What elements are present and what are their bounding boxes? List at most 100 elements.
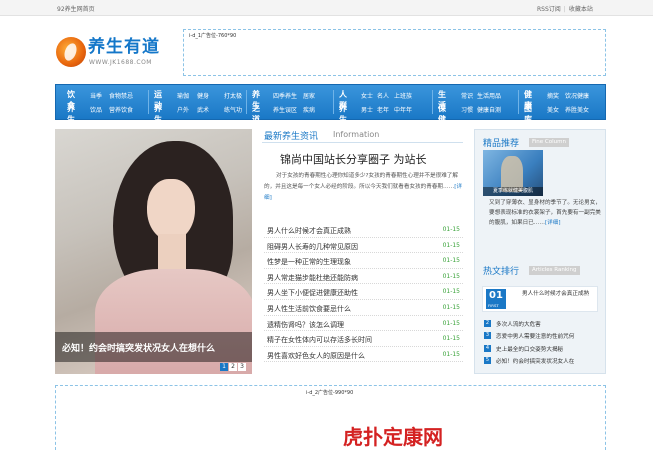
news-item-title[interactable]: 性梦是一种正常的生理现象 <box>267 257 351 267</box>
nav-separator <box>333 90 334 114</box>
nav-link[interactable]: 居家 <box>303 91 315 100</box>
nav-link[interactable]: 打太极 <box>224 91 242 100</box>
nav-heading[interactable]: 养生 <box>67 103 75 125</box>
hero-photo-neck <box>158 234 186 274</box>
hot-list-item[interactable]: 4 史上最全的口交姿势大揭秘 <box>484 343 602 355</box>
bookmark-link[interactable]: 收藏本站 <box>569 6 593 13</box>
nav-link[interactable]: 养胜美女 <box>565 105 589 114</box>
news-item-title[interactable]: 精子在女性体内可以存活多长时间 <box>267 335 372 345</box>
news-item-title[interactable]: 阻碍男人长寿的几种常见原因 <box>267 242 358 252</box>
hero-caption[interactable]: 必知！约会时搞突发状况女人在想什么 <box>62 341 215 354</box>
hot-list-item[interactable]: 2 多次人流的大危害 <box>484 318 602 330</box>
nav-link[interactable]: 习惯 <box>461 105 473 114</box>
bottom-ad-banner-text[interactable]: 虎扑定康网 <box>343 421 443 450</box>
hero-page-2[interactable]: 2 <box>229 363 237 371</box>
nav-link[interactable]: 养生误区 <box>273 105 297 114</box>
hero-photo-face <box>147 179 195 241</box>
nav-link[interactable]: 美女 <box>547 105 559 114</box>
hero-caption-bar[interactable]: 必知！约会时搞突发状况女人在想什么 <box>55 332 252 362</box>
news-list-item[interactable]: 男性喜欢好色女人的原因是什么 01-15 <box>264 347 463 363</box>
news-item-title[interactable]: 男人性生活前饮食要忌什么 <box>267 304 351 314</box>
pick-more-link[interactable]: [详细] <box>545 220 561 226</box>
rank-first-badge: 01 FIRST <box>486 289 506 309</box>
nav-link[interactable]: 练气功 <box>224 105 242 114</box>
news-summary-text: 对于女孩的青春期性心理你知道多少?女孩的青春期性心理并不是很难了解的，并且这是每… <box>264 173 458 190</box>
news-item-title[interactable]: 男人常走猫步能杜绝还能防病 <box>267 273 358 283</box>
nav-link[interactable]: 健康自测 <box>477 105 501 114</box>
news-item-date: 01-15 <box>442 303 460 311</box>
news-item-date: 01-15 <box>442 257 460 265</box>
news-list-item[interactable]: 性梦是一种正常的生理现象 01-15 <box>264 253 463 269</box>
nav-link[interactable]: 四季养生 <box>273 91 297 100</box>
news-item-title[interactable]: 男人什么时候才会真正成熟 <box>267 226 351 236</box>
nav-link[interactable]: 户外 <box>177 105 189 114</box>
flame-logo-icon <box>56 37 86 67</box>
hero-page-3[interactable]: 3 <box>238 363 246 371</box>
hot-item-title[interactable]: 多次人流的大危害 <box>496 320 541 328</box>
nav-link[interactable]: 当季 <box>90 91 102 100</box>
nav-heading[interactable]: 之道 <box>252 103 260 125</box>
nav-heading[interactable]: 保健 <box>438 103 446 125</box>
news-title: 最新养生资讯 <box>264 132 319 142</box>
top-bar: 92养生网首页 RSS订阅 | 收藏本站 <box>0 0 653 16</box>
news-list-item[interactable]: 遗精伤肾吗？该怎么调理 01-15 <box>264 316 463 332</box>
news-list-item[interactable]: 男人性生活前饮食要忌什么 01-15 <box>264 300 463 316</box>
bottom-ad-slot[interactable]: i-d_2广告位-990*90 虎扑定康网 <box>55 385 606 450</box>
nav-heading[interactable]: 图库 <box>524 103 532 125</box>
nav-link[interactable]: 常识 <box>461 91 473 100</box>
hot-item-title[interactable]: 史上最全的口交姿势大揭秘 <box>496 345 563 353</box>
logo-name: 养生有道 <box>88 37 160 57</box>
news-item-title[interactable]: 男性喜欢好色女人的原因是什么 <box>267 351 365 361</box>
nav-link[interactable]: 老年 <box>377 105 389 114</box>
news-list-item[interactable]: 男人常走猫步能杜绝还能防病 01-15 <box>264 269 463 285</box>
nav-link[interactable]: 生活用品 <box>477 91 501 100</box>
hot-list-item[interactable]: 5 必知！约会时搞突发状况女人在 <box>484 355 602 367</box>
nav-link[interactable]: 食物禁忌 <box>109 91 133 100</box>
news-list-item[interactable]: 男人坐下小便促进健康还助性 01-15 <box>264 284 463 300</box>
nav-link[interactable]: 摘奖 <box>547 91 559 100</box>
top-ad-label: i-d_1广告位-760*90 <box>189 33 237 39</box>
news-list-item[interactable]: 男人什么时候才会真正成熟 01-15 <box>264 222 463 238</box>
pick-caption[interactable]: 夏季练就健美腹肌 <box>483 187 543 196</box>
news-list-item[interactable]: 阻碍男人长寿的几种常见原因 01-15 <box>264 238 463 254</box>
nav-separator <box>432 90 433 114</box>
nav-separator <box>518 90 519 114</box>
site-logo[interactable]: 养生有道 WWW.JK1688.COM <box>56 37 174 71</box>
nav-link[interactable]: 男士 <box>361 105 373 114</box>
rss-subscribe-link[interactable]: RSS订阅 <box>537 6 561 13</box>
hot-first-title[interactable]: 男人什么时候才会真正成熟 <box>522 290 597 299</box>
news-item-title[interactable]: 遗精伤肾吗？该怎么调理 <box>267 320 344 330</box>
nav-link[interactable]: 疾病 <box>303 105 315 114</box>
top-ad-slot[interactable]: i-d_1广告位-760*90 <box>183 29 606 76</box>
hot-first-item[interactable]: 01 FIRST 男人什么时候才会真正成熟 <box>482 286 598 312</box>
hero-page-1[interactable]: 1 <box>220 363 228 371</box>
rank-first-number: 01 <box>489 290 503 301</box>
nav-link[interactable]: 饮况健康 <box>565 91 589 100</box>
nav-link[interactable]: 上班族 <box>394 91 412 100</box>
nav-link[interactable]: 瑜伽 <box>177 91 189 100</box>
nav-link[interactable]: 营养饮食 <box>109 105 133 114</box>
hot-item-title[interactable]: 恋爱中男人需要注意的性前咒何 <box>496 332 574 340</box>
nav-link[interactable]: 女士 <box>361 91 373 100</box>
nav-link[interactable]: 中年年 <box>394 105 412 114</box>
pick-summary: 又到了穿薄衣、显身材的季节了。无论男女，要想表现标准的衣裳架子，首先要有一副完美… <box>489 198 601 228</box>
news-item-date: 01-15 <box>442 350 460 358</box>
news-headline[interactable]: 锦尚中国站长分享圈子 为站长 <box>280 151 427 167</box>
top-separator: | <box>563 6 566 13</box>
nav-link[interactable]: 健身 <box>197 91 209 100</box>
news-item-title[interactable]: 男人坐下小便促进健康还助性 <box>267 288 358 298</box>
hot-list-item[interactable]: 3 恋爱中男人需要注意的性前咒何 <box>484 330 602 342</box>
nav-link[interactable]: 名人 <box>377 91 389 100</box>
nav-link[interactable]: 饮品 <box>90 105 102 114</box>
nav-separator <box>246 90 247 114</box>
rank-number: 2 <box>484 320 491 327</box>
nav-heading[interactable]: 养生 <box>339 103 347 125</box>
home-link[interactable]: 92养生网首页 <box>57 4 95 13</box>
news-item-date: 01-15 <box>442 288 460 296</box>
news-list-item[interactable]: 精子在女性体内可以存活多长时间 01-15 <box>264 331 463 347</box>
hero-slideshow[interactable]: 必知！约会时搞突发状况女人在想什么 123 <box>55 129 252 374</box>
pick-thumbnail[interactable]: 夏季练就健美腹肌 <box>483 150 543 196</box>
hot-item-title[interactable]: 必知！约会时搞突发状况女人在 <box>496 357 574 365</box>
nav-link[interactable]: 武术 <box>197 105 209 114</box>
nav-heading[interactable]: 养生 <box>154 103 162 125</box>
